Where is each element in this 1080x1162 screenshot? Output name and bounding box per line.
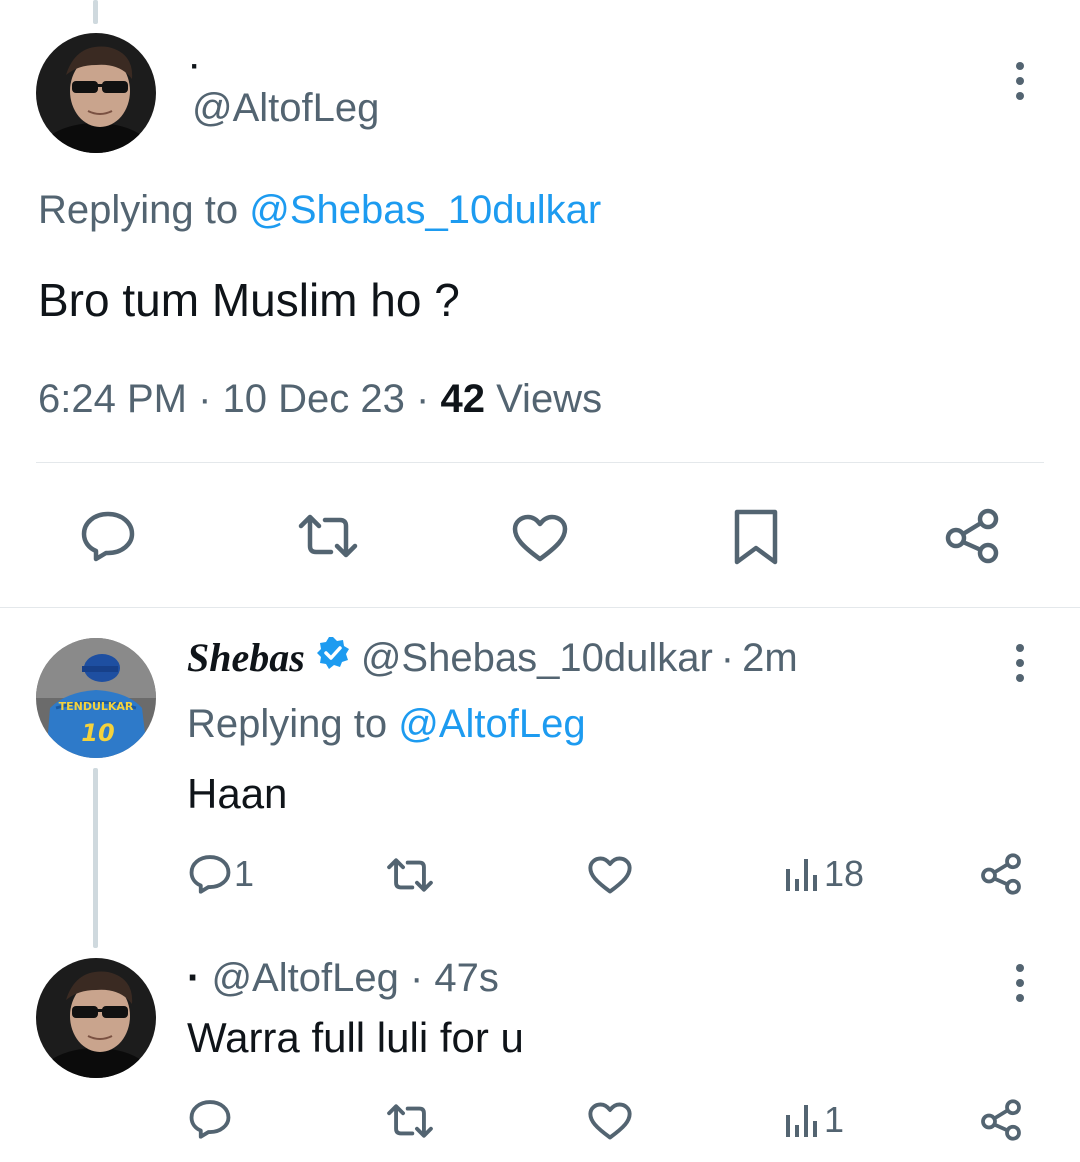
replying-to-label: Replying to: [38, 188, 239, 232]
reply-icon: [189, 1100, 231, 1139]
jersey-name: TENDULKAR: [59, 700, 134, 713]
reply-header: · @AltofLeg · 47s: [187, 952, 499, 1004]
reply-text: Warra full luli for u: [187, 1014, 524, 1061]
display-name[interactable]: ·: [190, 52, 200, 82]
analytics-icon: [786, 1105, 817, 1137]
verified-badge-icon: [315, 632, 351, 684]
like-icon: [588, 1102, 632, 1140]
tweet-text: Bro tum Muslim ho ?: [38, 274, 460, 326]
like-button[interactable]: [512, 514, 568, 562]
avatar[interactable]: [36, 33, 156, 153]
like-icon: [588, 856, 632, 894]
share-button[interactable]: [980, 1099, 1022, 1141]
avatar-man-sunglasses-image: [36, 33, 156, 153]
views-count: 1: [824, 1099, 845, 1140]
thread-line: [93, 768, 98, 948]
share-icon: [981, 1099, 1021, 1141]
views-button[interactable]: 1: [784, 1099, 844, 1141]
more-options-icon[interactable]: [1008, 60, 1032, 102]
replying-to-handle-link[interactable]: @AltofLeg: [398, 702, 585, 746]
replying-to: Replying to @Shebas_10dulkar: [38, 186, 601, 234]
avatar[interactable]: [36, 958, 156, 1078]
share-icon: [945, 508, 999, 564]
like-button[interactable]: [588, 1102, 632, 1140]
avatar-man-sunglasses-image: [36, 958, 156, 1078]
divider: [36, 462, 1044, 463]
replying-to-label: Replying to: [187, 702, 388, 746]
reply-time[interactable]: 47s: [434, 956, 499, 1000]
views-label: Views: [496, 377, 603, 421]
replying-to: Replying to @AltofLeg: [187, 698, 586, 750]
share-icon: [981, 853, 1021, 895]
jersey-number: 10: [81, 719, 114, 747]
retweet-icon: [298, 514, 358, 558]
like-button[interactable]: [588, 856, 632, 894]
reply-icon: [189, 855, 231, 894]
tweet-time[interactable]: 6:24 PM: [38, 377, 187, 421]
retweet-icon: [387, 1104, 433, 1138]
reply-button[interactable]: [80, 510, 136, 562]
retweet-icon: [387, 858, 433, 892]
separator-dot: ·: [720, 636, 735, 680]
display-name[interactable]: Shebas: [187, 632, 305, 684]
avatar[interactable]: TENDULKAR 10: [36, 638, 156, 758]
user-handle[interactable]: @Shebas_10dulkar: [361, 632, 713, 684]
reply-button[interactable]: [188, 1099, 232, 1139]
views-button[interactable]: 18: [784, 853, 864, 895]
analytics-icon: [786, 859, 817, 891]
bookmark-icon: [734, 509, 778, 565]
reply-button[interactable]: 1: [188, 853, 254, 895]
separator-dot: ·: [409, 956, 424, 1000]
replying-to-handle-link[interactable]: @Shebas_10dulkar: [249, 188, 601, 232]
thread-line-top: [93, 0, 98, 24]
share-button[interactable]: [944, 508, 1000, 564]
more-options-icon[interactable]: [1008, 642, 1032, 684]
reply-text: Haan: [187, 770, 288, 817]
reply-icon: [81, 511, 135, 562]
retweet-button[interactable]: [297, 512, 359, 560]
separator-dot: ·: [416, 377, 430, 421]
tweet-meta: 6:24 PM · 10 Dec 23 · 42 Views: [38, 374, 602, 424]
share-button[interactable]: [980, 853, 1022, 895]
reply-count: 1: [234, 853, 255, 894]
avatar-cricketer-image: TENDULKAR 10: [36, 638, 156, 758]
more-options-icon[interactable]: [1008, 962, 1032, 1004]
views-count[interactable]: 42: [440, 377, 485, 421]
retweet-button[interactable]: [386, 1102, 434, 1140]
bookmark-button[interactable]: [733, 508, 779, 566]
separator-dot: ·: [198, 377, 212, 421]
user-handle[interactable]: @AltofLeg: [192, 84, 379, 132]
user-handle[interactable]: @AltofLeg: [211, 956, 398, 1000]
retweet-button[interactable]: [386, 856, 434, 894]
display-name[interactable]: ·: [187, 956, 200, 1000]
divider: [0, 607, 1080, 608]
reply-header: Shebas @Shebas_10dulkar · 2m: [187, 632, 798, 684]
reply-time[interactable]: 2m: [742, 632, 798, 684]
like-icon: [512, 514, 568, 562]
tweet-date[interactable]: 10 Dec 23: [223, 377, 405, 421]
views-count: 18: [824, 853, 865, 894]
